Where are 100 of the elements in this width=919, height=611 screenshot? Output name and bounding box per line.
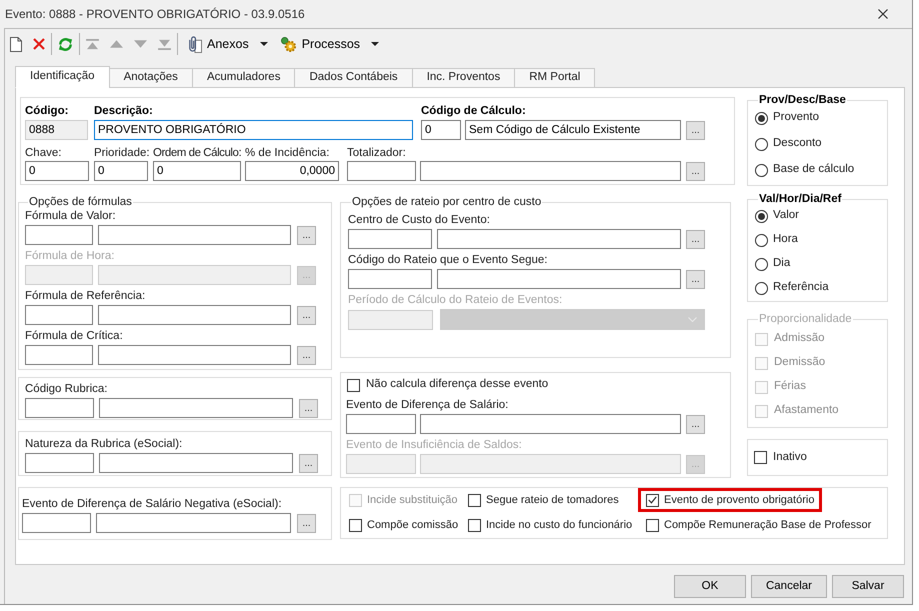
- checkbox[interactable]: [468, 518, 481, 532]
- browse-button[interactable]: ...: [297, 346, 316, 364]
- description-field[interactable]: Sem Código de Cálculo Existente: [465, 120, 681, 140]
- browse-button[interactable]: ...: [297, 514, 316, 532]
- chevron-down-icon: [688, 317, 697, 322]
- order-field[interactable]: 0: [153, 161, 241, 181]
- checkbox-label: Compõe comissão: [367, 518, 458, 533]
- checkbox-label: Não calcula diferença desse evento: [366, 377, 548, 392]
- tab[interactable]: Acumuladores: [192, 68, 296, 88]
- code-field[interactable]: [25, 225, 93, 245]
- field-label: Descrição:: [94, 104, 153, 119]
- checkbox[interactable]: [646, 518, 659, 532]
- browse-button[interactable]: ...: [297, 306, 316, 324]
- key-field[interactable]: 0: [25, 161, 89, 181]
- code-field[interactable]: [25, 305, 93, 325]
- radio-button[interactable]: [755, 282, 768, 294]
- radio-button[interactable]: [755, 258, 768, 270]
- checkbox[interactable]: [754, 451, 767, 464]
- checkbox-label: Inativo: [773, 450, 807, 465]
- description-field[interactable]: [420, 161, 681, 181]
- checkbox[interactable]: [468, 494, 481, 506]
- description-field[interactable]: PROVENTO OBRIGATÓRIO: [94, 120, 413, 140]
- option-label: Dia: [773, 256, 790, 272]
- percentage-field[interactable]: 0,0000: [245, 161, 339, 181]
- checkbox[interactable]: [646, 494, 659, 506]
- option-label: Admissão: [774, 331, 824, 346]
- checkbox[interactable]: [347, 378, 360, 392]
- window-title: Evento: 0888 - PROVENTO OBRIGATÓRIO - 03.9.0516: [5, 6, 305, 23]
- field-label: Centro de Custo do Evento:: [348, 213, 490, 228]
- tab[interactable]: Anotações: [108, 68, 193, 88]
- checkbox-label: Incide substituição: [367, 492, 458, 508]
- caret-down-icon: [371, 42, 380, 46]
- code-field[interactable]: [347, 161, 416, 181]
- code-field[interactable]: [22, 513, 91, 533]
- description-field[interactable]: [98, 265, 291, 285]
- close-icon[interactable]: [878, 9, 888, 19]
- browse-button[interactable]: ...: [299, 454, 318, 472]
- browse-button[interactable]: ...: [686, 162, 705, 180]
- radio-button[interactable]: [755, 138, 768, 150]
- description-field[interactable]: [99, 453, 293, 473]
- tab[interactable]: Inc. Proventos: [412, 68, 516, 88]
- radio-button[interactable]: [755, 234, 768, 246]
- browse-button[interactable]: ...: [686, 270, 705, 288]
- field-label: Natureza da Rubrica (eSocial):: [25, 437, 182, 452]
- description-field[interactable]: [420, 454, 681, 474]
- field-label: Fórmula de Hora:: [25, 249, 114, 264]
- processes-menu[interactable]: Processos: [276, 32, 382, 56]
- description-field[interactable]: [98, 305, 291, 325]
- browse-button[interactable]: ...: [686, 230, 705, 248]
- checkbox-label: Incide no custo do funcionário: [486, 518, 632, 533]
- code-field[interactable]: [25, 453, 94, 473]
- group-title: Opções de fórmulas: [28, 195, 133, 209]
- description-field[interactable]: [437, 269, 681, 289]
- radio-button[interactable]: [755, 164, 768, 176]
- description-field[interactable]: [437, 229, 681, 249]
- option-label: Provento: [773, 110, 820, 126]
- group-title: Opções de rateio por centro de custo: [351, 195, 542, 209]
- description-field[interactable]: [420, 414, 681, 434]
- priority-field[interactable]: 0: [94, 161, 148, 181]
- code-field[interactable]: 0: [421, 120, 461, 140]
- document-icon[interactable]: [10, 36, 22, 52]
- field-label: Código do Rateio que o Evento Segue:: [348, 253, 548, 268]
- description-field[interactable]: [98, 345, 291, 365]
- field-label: Ordem de Cálculo:: [153, 146, 242, 161]
- field-label: Fórmula de Crítica:: [25, 329, 123, 344]
- code-field[interactable]: [348, 310, 433, 330]
- checkbox-label: Evento de provento obrigatório: [664, 492, 814, 508]
- browse-button[interactable]: ...: [686, 414, 705, 434]
- delete-icon[interactable]: [33, 38, 45, 50]
- tab[interactable]: Dados Contábeis: [294, 68, 413, 88]
- tab[interactable]: RM Portal: [514, 68, 596, 88]
- code-field[interactable]: [25, 398, 94, 418]
- dialog-button[interactable]: Cancelar: [750, 575, 827, 598]
- tab[interactable]: Identificação: [15, 66, 110, 88]
- group-title: Val/Hor/Dia/Ref: [758, 192, 842, 206]
- description-field[interactable]: [96, 513, 291, 533]
- field-label: Código de Cálculo:: [421, 104, 526, 119]
- code-field[interactable]: [348, 229, 432, 249]
- code-field[interactable]: [25, 345, 93, 365]
- gears-icon: [280, 36, 297, 52]
- radio-button[interactable]: [755, 112, 768, 124]
- refresh-icon[interactable]: [58, 36, 73, 52]
- dialog-button[interactable]: OK: [674, 575, 746, 598]
- code-field[interactable]: [348, 269, 432, 289]
- check-icon: [648, 496, 657, 504]
- description-field[interactable]: [99, 398, 293, 418]
- description-field[interactable]: [98, 225, 291, 245]
- browse-button[interactable]: ...: [299, 398, 318, 418]
- caret-down-icon: [260, 42, 268, 46]
- browse-button[interactable]: ...: [297, 226, 316, 244]
- radio-button[interactable]: [755, 210, 768, 222]
- dialog-button[interactable]: Salvar: [832, 575, 904, 598]
- browse-button[interactable]: ...: [686, 120, 705, 140]
- attachments-menu[interactable]: Anexos: [184, 32, 271, 56]
- checkbox[interactable]: [349, 518, 362, 532]
- option-label: Afastamento: [774, 403, 839, 418]
- code-field[interactable]: [346, 414, 416, 434]
- option-label: Base de cálculo: [773, 162, 854, 178]
- field-label: Código Rubrica:: [25, 382, 108, 397]
- field-label: Código:: [25, 104, 68, 119]
